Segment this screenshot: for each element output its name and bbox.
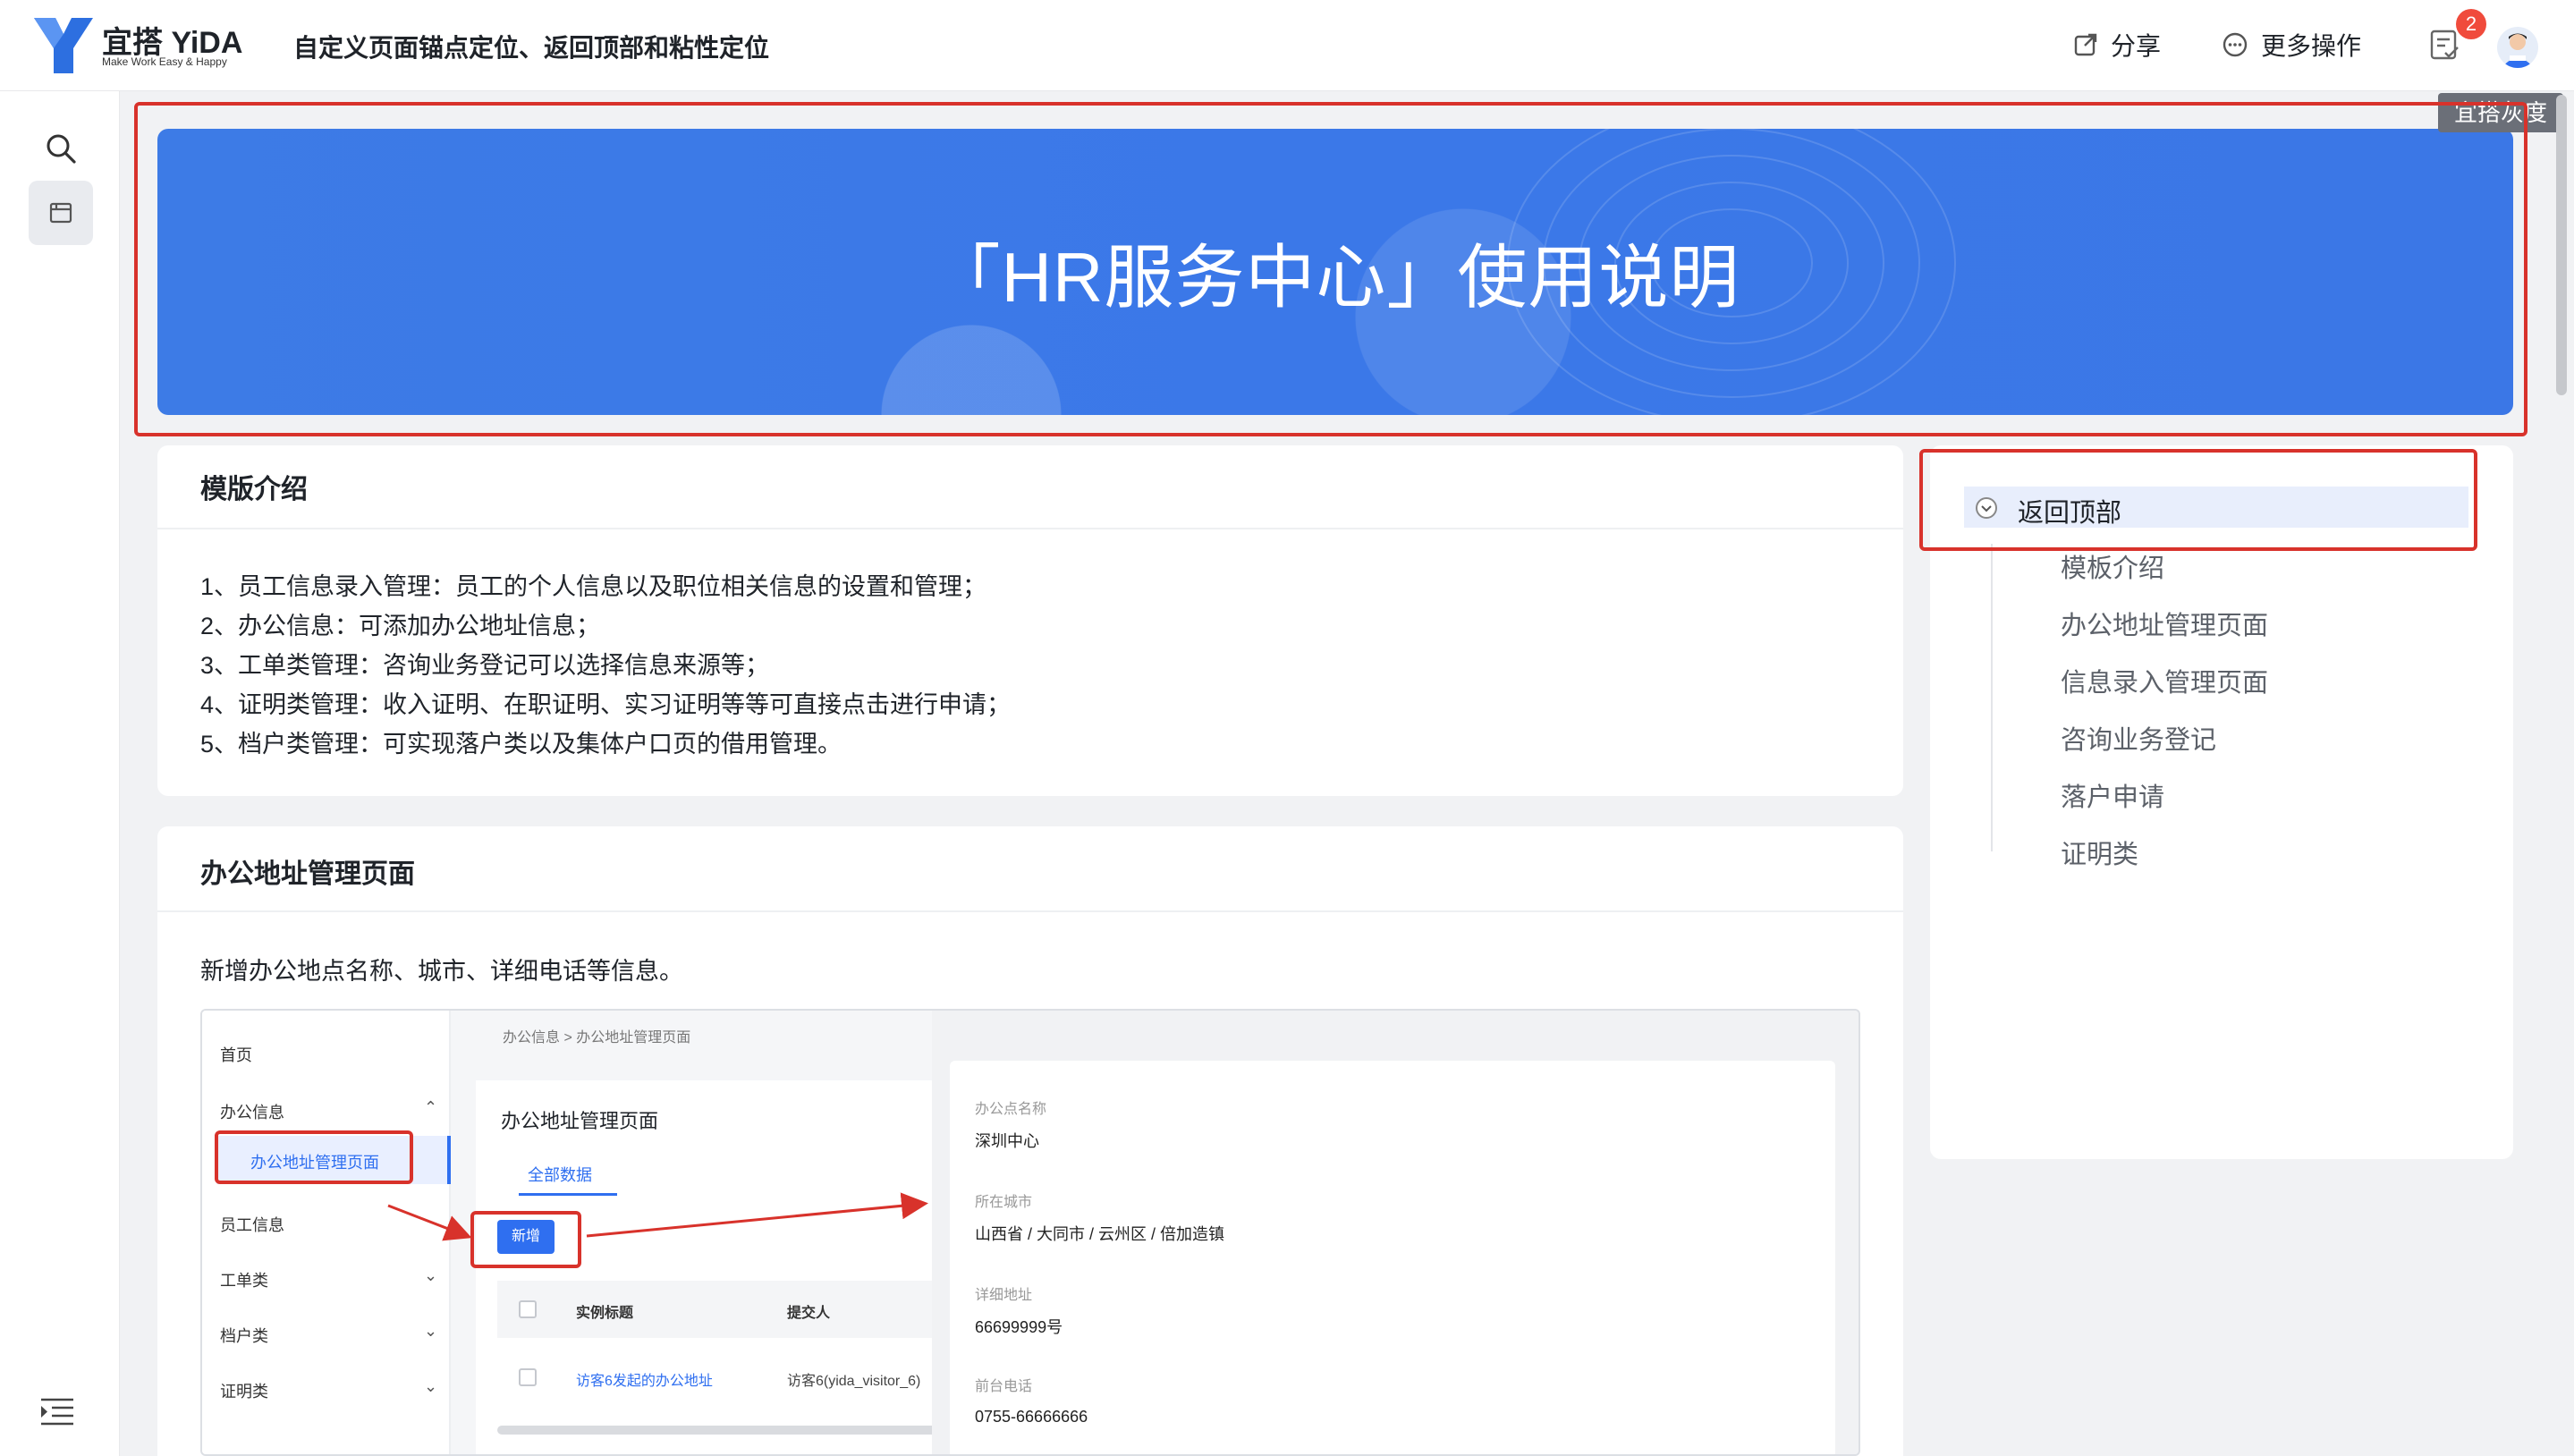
office-divider [157, 910, 1903, 912]
user-avatar-icon [2502, 33, 2534, 68]
more-actions-button[interactable]: 更多操作 [2222, 27, 2361, 63]
intro-line: 1、员工信息录入管理：员工的个人信息以及职位相关信息的设置和管理； [200, 573, 987, 600]
anchor-item-info-entry[interactable]: 信息录入管理页面 [2061, 662, 2268, 699]
intro-title: 模版介绍 [200, 475, 308, 504]
intro-card: 模版介绍 1、员工信息录入管理：员工的个人信息以及职位相关信息的设置和管理； 2… [157, 445, 1903, 796]
anchor-item-certificate[interactable]: 证明类 [2061, 834, 2138, 871]
back-to-top-highlight [1919, 449, 2477, 551]
collapse-icon[interactable] [39, 1397, 75, 1426]
office-description: 新增办公地点名称、城市、详细电话等信息。 [200, 958, 683, 985]
more-icon [2223, 32, 2248, 57]
anchor-item-office[interactable]: 办公地址管理页面 [2061, 605, 2268, 642]
logo-tagline: Make Work Easy & Happy [102, 55, 227, 68]
anchor-nav-card [1930, 445, 2513, 1159]
anchor-guide-line [1991, 544, 1993, 851]
todo-badge: 2 [2456, 9, 2486, 39]
intro-divider [157, 528, 1903, 529]
anchor-item-settle[interactable]: 落户申请 [2061, 776, 2164, 814]
intro-line: 2、办公信息：可添加办公地址信息； [200, 613, 601, 639]
share-button[interactable]: 分享 [2073, 27, 2161, 63]
left-rail [0, 91, 120, 1456]
intro-line: 3、工单类管理：咨询业务登记可以选择信息来源等； [200, 652, 770, 679]
page-icon [49, 202, 72, 224]
avatar[interactable]: 用户 [2497, 27, 2538, 68]
todo-icon[interactable] [2429, 29, 2460, 61]
office-title: 办公地址管理页面 [200, 859, 415, 889]
demo-arrows [387, 1192, 928, 1241]
more-actions-label: 更多操作 [2261, 32, 2362, 60]
search-icon [47, 134, 76, 164]
share-icon [2074, 33, 2097, 56]
share-label: 分享 [2111, 32, 2162, 60]
page-scrollbar[interactable] [2556, 95, 2567, 395]
intro-line: 5、档户类管理：可实现落户类以及集体户口页的借用管理。 [200, 731, 842, 758]
top-bar: 宜搭 YiDA Make Work Easy & Happy 自定义页面锚点定位… [0, 0, 2574, 91]
search-button[interactable] [29, 116, 93, 181]
page-nav-button[interactable] [29, 181, 93, 245]
yida-logo-icon[interactable] [34, 18, 93, 73]
banner-highlight [134, 102, 2527, 436]
intro-line: 4、证明类管理：收入证明、在职证明、实习证明等等可直接点击进行申请； [200, 691, 1012, 718]
page-title: 自定义页面锚点定位、返回顶部和粘性定位 [293, 34, 770, 62]
anchor-item-consult[interactable]: 咨询业务登记 [2061, 719, 2216, 757]
office-demo-screenshot: 首页 办公信息 ⌃ 办公地址管理页面 员工信息 工单类 ⌄ 档户类 ⌄ 证明类 … [200, 1009, 1860, 1456]
anchor-item-intro[interactable]: 模板介绍 [2061, 547, 2164, 585]
